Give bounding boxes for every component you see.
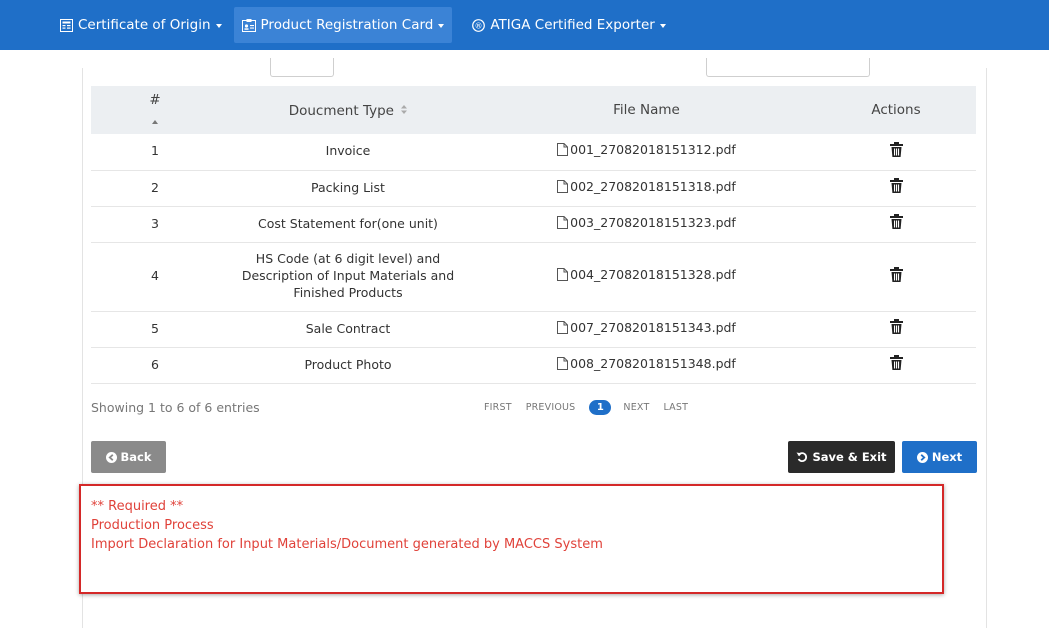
file-icon <box>557 215 569 234</box>
row-number: 2 <box>91 170 219 207</box>
back-button[interactable]: Back <box>91 441 166 473</box>
document-type: HS Code (at 6 digit level) and Descripti… <box>219 242 477 312</box>
file-name: 004_27082018151328.pdf <box>570 267 736 283</box>
trash-icon[interactable] <box>889 214 903 234</box>
registered-icon: ® <box>472 18 486 32</box>
required-documents-notice: ** Required ** Production Process Import… <box>79 484 944 594</box>
certificate-icon <box>60 18 73 32</box>
circle-right-icon <box>916 451 928 463</box>
file-link[interactable]: 002_27082018151318.pdf <box>477 170 816 207</box>
table-header-row: # Doucment Type File Name Actions <box>91 86 976 134</box>
file-name: 008_27082018151348.pdf <box>570 355 736 371</box>
file-link[interactable]: 004_27082018151328.pdf <box>477 242 816 312</box>
pagination-next[interactable]: NEXT <box>623 402 649 413</box>
pagination-first[interactable]: FIRST <box>484 402 512 413</box>
col-header-actions-label: Actions <box>871 102 921 118</box>
trash-icon[interactable] <box>889 266 903 287</box>
pagination-previous[interactable]: PREVIOUS <box>526 402 576 413</box>
sort-icon <box>401 102 408 118</box>
document-type-text: HS Code (at 6 digit level) and Descripti… <box>241 251 455 300</box>
save-exit-button-label: Save & Exit <box>812 450 887 464</box>
actions-cell <box>816 311 976 348</box>
caret-down-icon <box>215 24 222 28</box>
svg-text:®: ® <box>475 21 483 30</box>
next-button[interactable]: Next <box>902 441 977 473</box>
actions-cell <box>816 206 976 243</box>
document-type: Sale Contract <box>219 311 477 348</box>
file-icon <box>557 356 569 375</box>
table-row: 4 HS Code (at 6 digit level) and Descrip… <box>91 242 976 312</box>
table-row: 1 Invoice 001_27082018151312.pdf <box>91 134 976 171</box>
table-info: Showing 1 to 6 of 6 entries <box>91 400 260 415</box>
required-title: ** Required ** <box>91 499 184 514</box>
row-number: 3 <box>91 206 219 243</box>
pagination-current-page[interactable]: 1 <box>589 400 612 415</box>
content-border-right <box>986 68 987 628</box>
documents-table: # Doucment Type File Name Actions 1 Invo… <box>91 86 976 384</box>
actions-cell <box>816 347 976 384</box>
file-name: 007_27082018151343.pdf <box>570 319 736 335</box>
table-row: 2 Packing List 002_27082018151318.pdf <box>91 170 976 207</box>
col-header-actions: Actions <box>816 86 976 134</box>
file-link[interactable]: 008_27082018151348.pdf <box>477 347 816 384</box>
row-number: 1 <box>91 134 219 171</box>
col-header-file-name: File Name <box>477 86 816 134</box>
id-card-icon <box>241 18 256 32</box>
document-type: Cost Statement for(one unit) <box>219 206 477 243</box>
file-icon <box>557 268 569 286</box>
back-button-label: Back <box>120 450 152 464</box>
file-link[interactable]: 007_27082018151343.pdf <box>477 311 816 348</box>
undo-icon <box>796 451 808 463</box>
nav-atiga-certified-exporter[interactable]: ® ATIGA Certified Exporter <box>464 7 673 43</box>
file-name: 003_27082018151323.pdf <box>570 214 736 230</box>
caret-down-icon <box>438 24 445 28</box>
file-icon <box>557 320 569 339</box>
sort-asc-icon <box>152 120 158 124</box>
row-number: 4 <box>91 242 219 312</box>
length-select[interactable] <box>270 58 334 77</box>
required-item: Import Declaration for Input Materials/D… <box>91 537 603 552</box>
file-name: 001_27082018151312.pdf <box>570 142 736 158</box>
top-navbar: Certificate of Origin Product Registrati… <box>0 0 1049 50</box>
col-header-number-label: # <box>149 92 161 108</box>
nav-product-registration-card[interactable]: Product Registration Card <box>233 7 453 43</box>
next-button-label: Next <box>931 450 963 464</box>
pagination-last[interactable]: LAST <box>663 402 688 413</box>
actions-cell <box>816 170 976 207</box>
actions-cell <box>816 242 976 312</box>
trash-icon[interactable] <box>889 141 903 162</box>
col-header-document-type-label: Doucment Type <box>288 102 394 119</box>
file-icon <box>557 179 569 198</box>
document-type: Packing List <box>219 170 477 207</box>
table-row: 5 Sale Contract 007_27082018151343.pdf <box>91 311 976 348</box>
caret-down-icon <box>659 24 666 28</box>
document-type: Product Photo <box>219 347 477 384</box>
col-header-number[interactable]: # <box>91 86 219 134</box>
col-header-file-name-label: File Name <box>613 102 680 118</box>
document-type: Invoice <box>219 134 477 171</box>
circle-left-icon <box>105 451 117 463</box>
nav-label: Certificate of Origin <box>78 17 211 33</box>
search-input[interactable] <box>706 58 870 77</box>
nav-label: ATIGA Certified Exporter <box>490 17 655 33</box>
nav-label: Product Registration Card <box>260 17 434 33</box>
nav-certificate-of-origin[interactable]: Certificate of Origin <box>52 7 230 43</box>
row-number: 6 <box>91 347 219 384</box>
file-name: 002_27082018151318.pdf <box>570 178 736 194</box>
table-row: 6 Product Photo 008_27082018151348.pdf <box>91 347 976 384</box>
col-header-document-type[interactable]: Doucment Type <box>219 86 477 134</box>
file-icon <box>557 143 569 161</box>
save-exit-button[interactable]: Save & Exit <box>788 441 895 473</box>
row-number: 5 <box>91 311 219 348</box>
file-link[interactable]: 003_27082018151323.pdf <box>477 206 816 243</box>
required-item: Production Process <box>91 518 214 533</box>
trash-icon[interactable] <box>889 355 903 375</box>
actions-cell <box>816 134 976 171</box>
trash-icon[interactable] <box>889 178 903 198</box>
pagination: FIRST PREVIOUS 1 NEXT LAST <box>484 400 702 415</box>
file-link[interactable]: 001_27082018151312.pdf <box>477 134 816 171</box>
table-row: 3 Cost Statement for(one unit) 003_27082… <box>91 206 976 243</box>
trash-icon[interactable] <box>889 319 903 339</box>
